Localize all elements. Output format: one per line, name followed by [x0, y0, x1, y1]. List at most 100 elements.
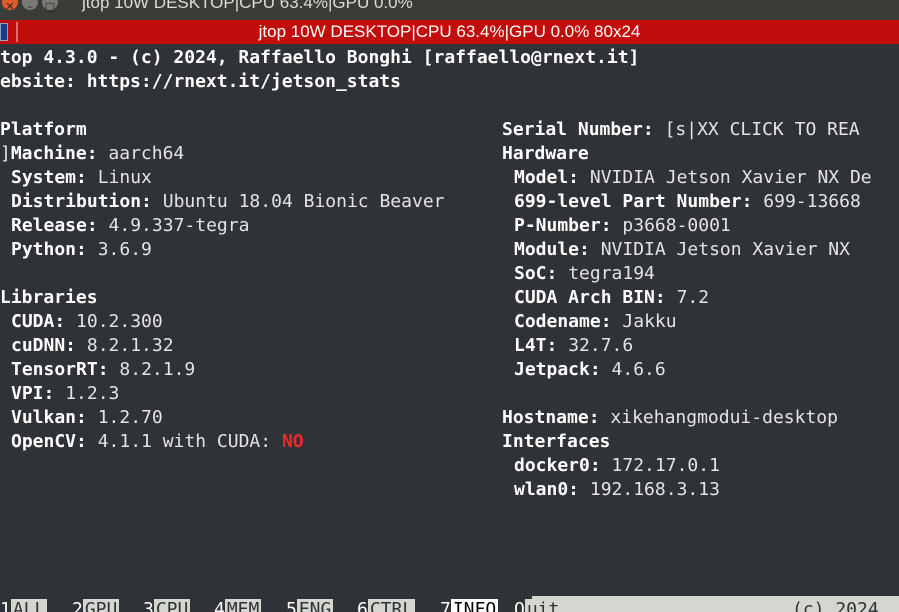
menu-label: ALL — [10, 599, 48, 612]
maximize-window-button[interactable]: □ — [42, 0, 58, 13]
vulkan-label: Vulkan: — [11, 407, 87, 428]
tensorrt-label: TensorRT: — [11, 359, 109, 380]
machine-row: ]Machine: aarch64 — [0, 142, 184, 166]
distribution-row: Distribution: Ubuntu 18.04 Bionic Beaver — [11, 190, 445, 214]
tensorrt-value: 8.2.1.9 — [119, 359, 196, 380]
cudnn-label: cuDNN: — [11, 335, 77, 356]
wlan0-label: wlan0: — [514, 479, 580, 500]
model-value: NVIDIA Jetson Xavier NX De — [589, 167, 872, 188]
vpi-value: 1.2.3 — [65, 383, 120, 404]
interfaces-title: Interfaces — [502, 431, 611, 452]
menu-tab-ctrl[interactable]: 6 CTRL — [357, 598, 416, 612]
minimize-window-button[interactable]: – — [22, 0, 38, 13]
l4t-row: L4T: 32.7.6 — [514, 334, 633, 358]
codename-label: Codename: — [514, 311, 612, 332]
model-row: Model: NVIDIA Jetson Xavier NX De — [514, 166, 872, 190]
release-row: Release: 4.9.337-tegra — [11, 214, 249, 238]
cuda-row: CUDA: 10.2.300 — [11, 310, 163, 334]
menu-key: 2 — [72, 599, 83, 612]
python-value: 3.6.9 — [97, 239, 152, 260]
tensorrt-row: TensorRT: 8.2.1.9 — [11, 358, 195, 382]
menu-key: 3 — [143, 599, 154, 612]
hostname-label: Hostname: — [502, 407, 600, 428]
serial-value[interactable]: [s|XX CLICK TO REA — [665, 119, 860, 140]
menu-key: 7 — [440, 599, 451, 612]
module-row: Module: NVIDIA Jetson Xavier NX — [514, 238, 850, 262]
vpi-label: VPI: — [11, 383, 55, 404]
l4t-label: L4T: — [514, 335, 558, 356]
menu-tab-all[interactable]: 1 ALL — [0, 598, 48, 612]
module-value: NVIDIA Jetson Xavier NX — [600, 239, 850, 260]
menu-key: Q — [514, 599, 525, 612]
machine-label: Machine: — [10, 143, 98, 164]
menu-label: CTRL — [367, 599, 416, 612]
codename-value: Jakku — [622, 311, 677, 332]
menu-label: GPU — [82, 599, 120, 612]
cuda-label: CUDA: — [11, 311, 66, 332]
cudnn-row: cuDNN: 8.2.1.32 — [11, 334, 174, 358]
menu-label: INFO — [450, 599, 499, 612]
codename-row: Codename: Jakku — [514, 310, 677, 334]
menu-label: ENG — [296, 599, 334, 612]
p-number-row: P-Number: p3668-0001 — [514, 214, 731, 238]
wlan0-row: wlan0: 192.168.3.13 — [514, 478, 720, 502]
close-icon: ✕ — [5, 0, 15, 13]
jetpack-value: 4.6.6 — [611, 359, 666, 380]
module-label: Module: — [514, 239, 590, 260]
menu-tab-eng[interactable]: 5 ENG — [286, 598, 334, 612]
cuda-arch-label: CUDA Arch BIN: — [514, 287, 666, 308]
cuda-arch-row: CUDA Arch BIN: 7.2 — [514, 286, 709, 310]
jetpack-row: Jetpack: 4.6.6 — [514, 358, 666, 382]
hardware-title: Hardware — [502, 143, 589, 164]
menu-quit[interactable]: Quit — [514, 598, 562, 612]
terminal-tab-bar: jtop 10W DESKTOP|CPU 63.4%|GPU 0.0% 80x2… — [0, 20, 899, 44]
system-label: System: — [11, 167, 87, 188]
part-number-row: 699-level Part Number: 699-13668 — [514, 190, 861, 214]
minimize-icon: – — [27, 0, 33, 13]
menu-key: 4 — [214, 599, 225, 612]
vpi-row: VPI: 1.2.3 — [11, 382, 119, 406]
docker0-label: docker0: — [514, 455, 601, 476]
platform-title: Platform — [0, 119, 87, 140]
cudnn-value: 8.2.1.32 — [86, 335, 174, 356]
distribution-value: Ubuntu 18.04 Bionic Beaver — [162, 191, 445, 212]
menu-label: uit — [524, 599, 562, 612]
serial-row: Serial Number: [s|XX CLICK TO REA — [502, 118, 860, 142]
vulkan-value: 1.2.70 — [97, 407, 163, 428]
menu-tab-mem[interactable]: 4 MEM — [214, 598, 262, 612]
soc-value: tegra194 — [568, 263, 655, 284]
close-window-button[interactable]: ✕ — [2, 0, 18, 13]
hostname-value: xikehangmodui-desktop — [610, 407, 838, 428]
jtop-menu-bar: 1 ALL 2 GPU 3 CPU 4 MEM 5 ENG 6 CTRL 7 INFO Qui… — [0, 596, 899, 612]
system-value: Linux — [97, 167, 152, 188]
soc-label: SoC: — [514, 263, 558, 284]
p-number-value: p3668-0001 — [622, 215, 731, 236]
menu-tab-info[interactable]: 7 INFO — [440, 598, 499, 612]
menu-key: 6 — [357, 599, 368, 612]
hostname-row: Hostname: xikehangmodui-desktop — [502, 406, 838, 430]
menu-tab-cpu[interactable]: 3 CPU — [143, 598, 191, 612]
terminal-body[interactable]: top 4.3.0 - (c) 2024, Raffaello Bonghi [… — [0, 44, 899, 596]
l4t-value: 32.7.6 — [568, 335, 634, 356]
release-value: 4.9.337-tegra — [108, 215, 250, 236]
terminal-tab-title[interactable]: jtop 10W DESKTOP|CPU 63.4%|GPU 0.0% 80x2… — [0, 22, 899, 42]
opencv-label: OpenCV: — [11, 431, 87, 452]
soc-row: SoC: tegra194 — [514, 262, 655, 286]
libraries-title: Libraries — [0, 287, 98, 308]
model-label: Model: — [514, 167, 580, 188]
part-number-label: 699-level Part Number: — [514, 191, 753, 212]
header-version-line: top 4.3.0 - (c) 2024, Raffaello Bonghi [… — [0, 47, 640, 68]
cursor-bracket: ] — [0, 143, 11, 164]
release-label: Release: — [11, 215, 98, 236]
menu-label: MEM — [224, 599, 262, 612]
opencv-cuda-status: NO — [281, 431, 304, 452]
p-number-label: P-Number: — [514, 215, 612, 236]
docker0-row: docker0: 172.17.0.1 — [514, 454, 720, 478]
menu-tab-gpu[interactable]: 2 GPU — [72, 598, 120, 612]
menu-label: CPU — [153, 599, 191, 612]
window-titlebar: ✕ – □ jtop 10W DESKTOP|CPU 63.4%|GPU 0.0… — [0, 0, 899, 20]
machine-value: aarch64 — [108, 143, 185, 164]
system-row: System: Linux — [11, 166, 152, 190]
docker0-value: 172.17.0.1 — [611, 455, 720, 476]
copyright-text: (c) 2024 — [788, 598, 883, 612]
